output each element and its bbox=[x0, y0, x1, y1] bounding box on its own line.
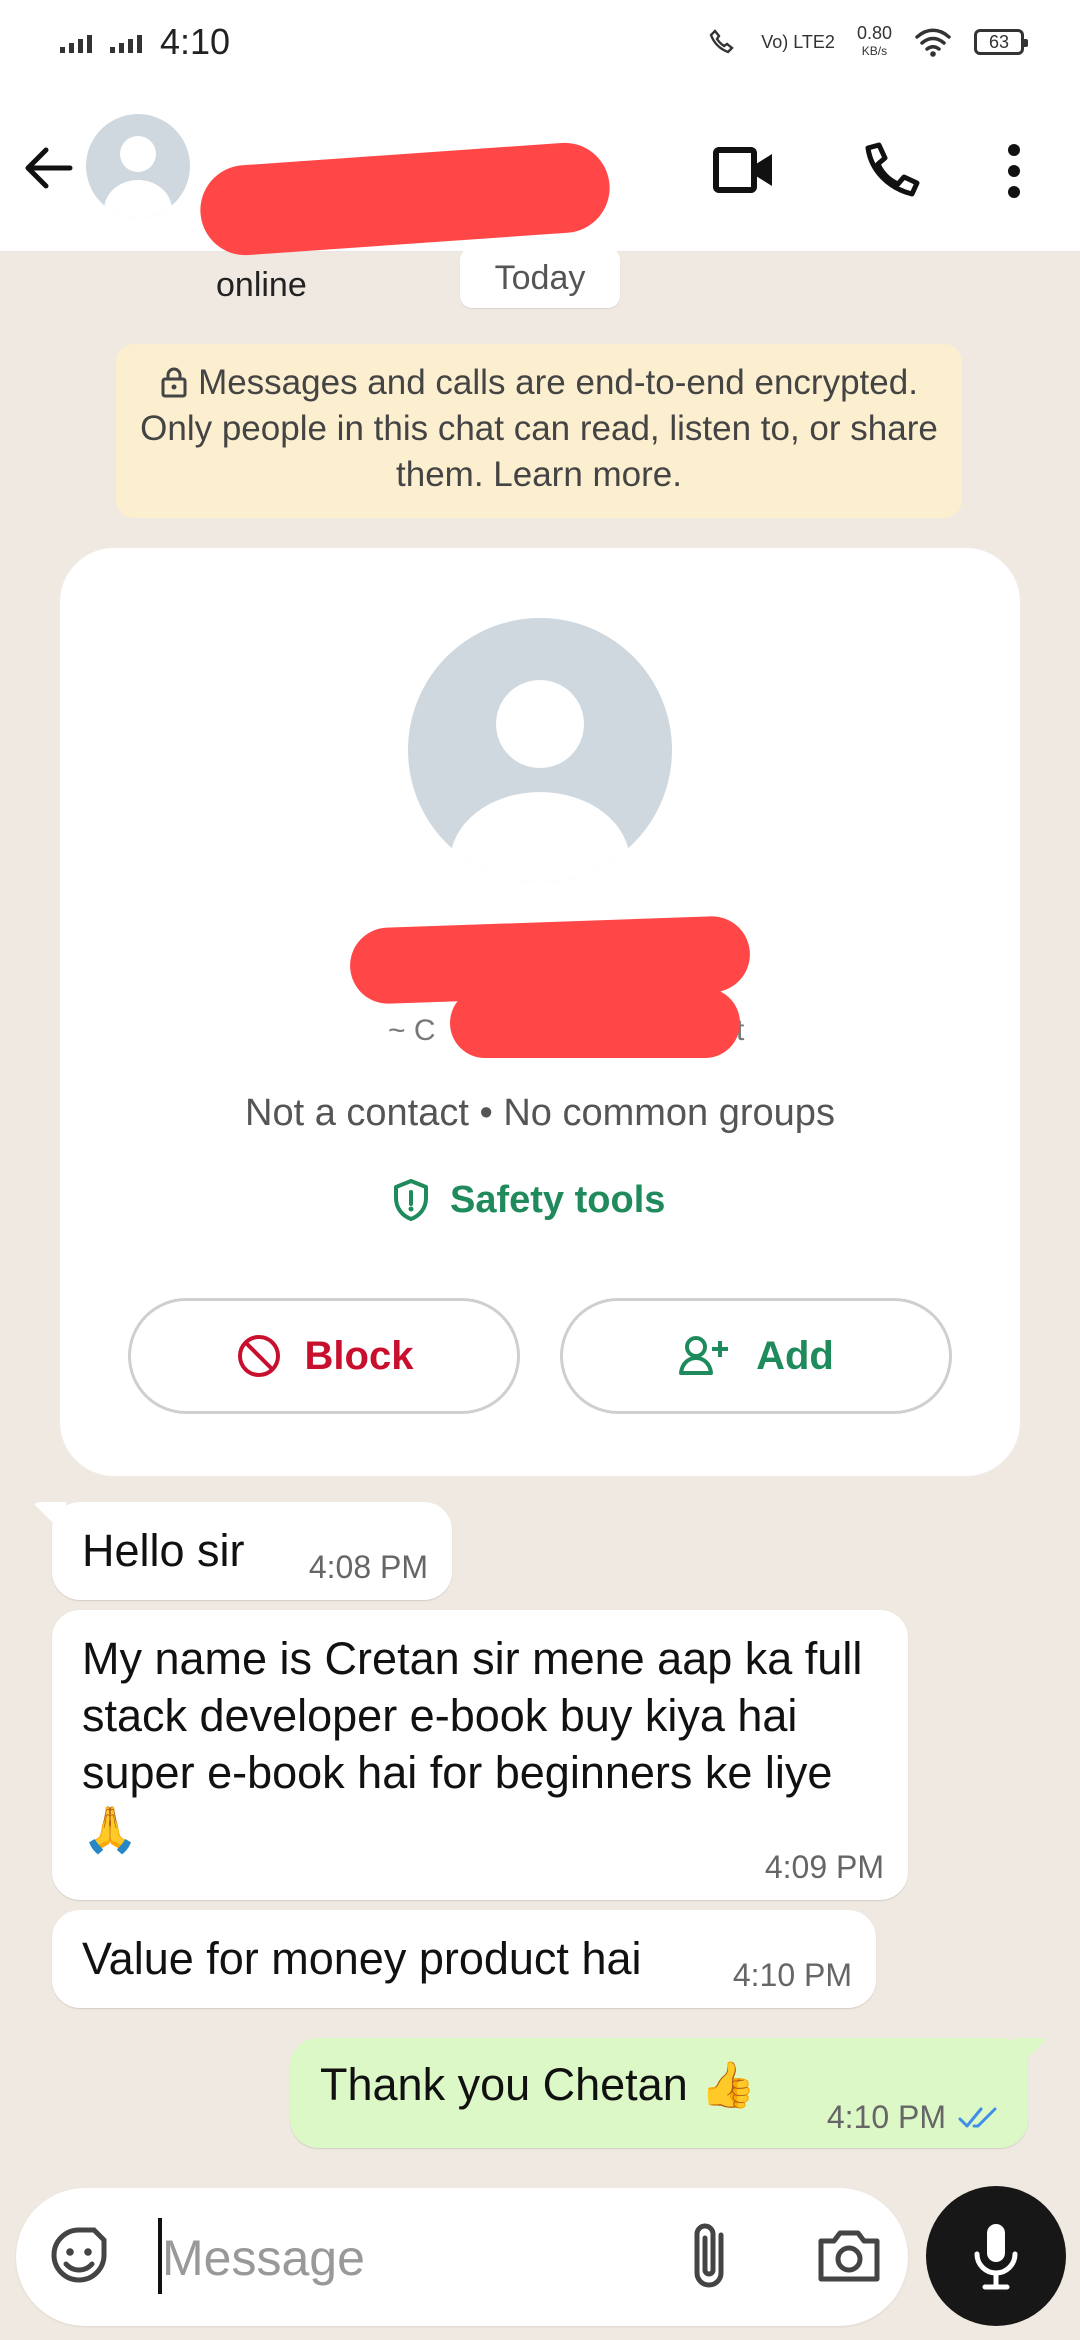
message-text: Value for money product hai bbox=[82, 1933, 642, 1984]
message-bubble-incoming[interactable]: Hello sir 4:08 PM bbox=[32, 1502, 452, 1600]
message-time: 4:10 PM bbox=[732, 1957, 852, 1993]
message-composer bbox=[16, 2188, 908, 2326]
date-divider: Today bbox=[460, 248, 620, 308]
add-contact-button[interactable]: Add bbox=[560, 1298, 952, 1414]
profile-card: ~ C t Not a contact • No common groups S… bbox=[60, 548, 1020, 1476]
block-button[interactable]: Block bbox=[128, 1298, 520, 1414]
encryption-notice[interactable]: Messages and calls are end-to-end encryp… bbox=[116, 344, 962, 518]
status-time: 4:10 bbox=[160, 21, 231, 62]
message-bubble-incoming[interactable]: Value for money product hai 4:10 PM bbox=[52, 1910, 876, 2008]
add-label: Add bbox=[756, 1333, 834, 1378]
message-input[interactable] bbox=[160, 2218, 624, 2298]
double-check-icon bbox=[958, 2107, 997, 2127]
lock-icon bbox=[161, 367, 187, 398]
contact-info-text: Not a contact • No common groups bbox=[245, 1092, 835, 1134]
block-icon bbox=[237, 1335, 280, 1377]
speed-indicator: 0.80 KB/s bbox=[856, 23, 892, 58]
microphone-icon bbox=[974, 2224, 1018, 2290]
message-bubble-outgoing[interactable]: Thank you Chetan 👍 4:10 PM bbox=[290, 2038, 1048, 2148]
app-bar: online bbox=[0, 84, 1080, 304]
message-time: 4:08 PM bbox=[308, 1549, 428, 1585]
video-call-icon[interactable] bbox=[712, 142, 776, 198]
profile-avatar bbox=[408, 618, 672, 882]
encryption-text: Messages and calls are end-to-end encryp… bbox=[140, 363, 938, 494]
message-time: 4:10 PM bbox=[827, 2099, 1006, 2136]
network-label: Vo) LTE2 bbox=[761, 31, 835, 52]
safety-tools-label: Safety tools bbox=[450, 1178, 666, 1221]
microphone-button[interactable] bbox=[926, 2186, 1066, 2326]
safety-tools-link[interactable]: Safety tools bbox=[390, 1172, 665, 1228]
message-text: Hello sir bbox=[82, 1525, 245, 1576]
attachment-icon[interactable] bbox=[686, 2220, 736, 2292]
more-vertical-icon[interactable] bbox=[1004, 142, 1024, 200]
redacted-contact-name bbox=[197, 139, 613, 259]
contact-status: online bbox=[216, 266, 307, 304]
back-arrow-icon[interactable] bbox=[18, 138, 78, 198]
phone-icon[interactable] bbox=[858, 142, 920, 204]
contact-avatar[interactable] bbox=[86, 114, 190, 218]
sticker-icon[interactable] bbox=[46, 2222, 112, 2288]
signal-icon bbox=[110, 31, 142, 53]
battery-icon: 63 bbox=[974, 29, 1028, 55]
camera-icon[interactable] bbox=[816, 2224, 882, 2286]
add-person-icon bbox=[679, 1336, 729, 1375]
wifi-calling-icon bbox=[709, 29, 735, 54]
wifi-icon bbox=[915, 28, 951, 57]
redacted-profile-name bbox=[450, 988, 740, 1058]
signal-icon bbox=[60, 31, 92, 53]
message-text: My name is Cretan sir mene aap ka full s… bbox=[82, 1633, 863, 1855]
status-bar: 4:10 Vo) LTE2 0.80 KB/s 63 bbox=[0, 0, 1080, 84]
block-label: Block bbox=[304, 1333, 414, 1378]
message-time: 4:09 PM bbox=[764, 1849, 884, 1885]
redacted-subtitle-fragment: ~ C bbox=[388, 1014, 436, 1047]
message-text: Thank you Chetan 👍 bbox=[320, 2059, 757, 2110]
shield-icon bbox=[394, 1179, 428, 1221]
message-bubble-incoming[interactable]: My name is Cretan sir mene aap ka full s… bbox=[52, 1610, 908, 1900]
